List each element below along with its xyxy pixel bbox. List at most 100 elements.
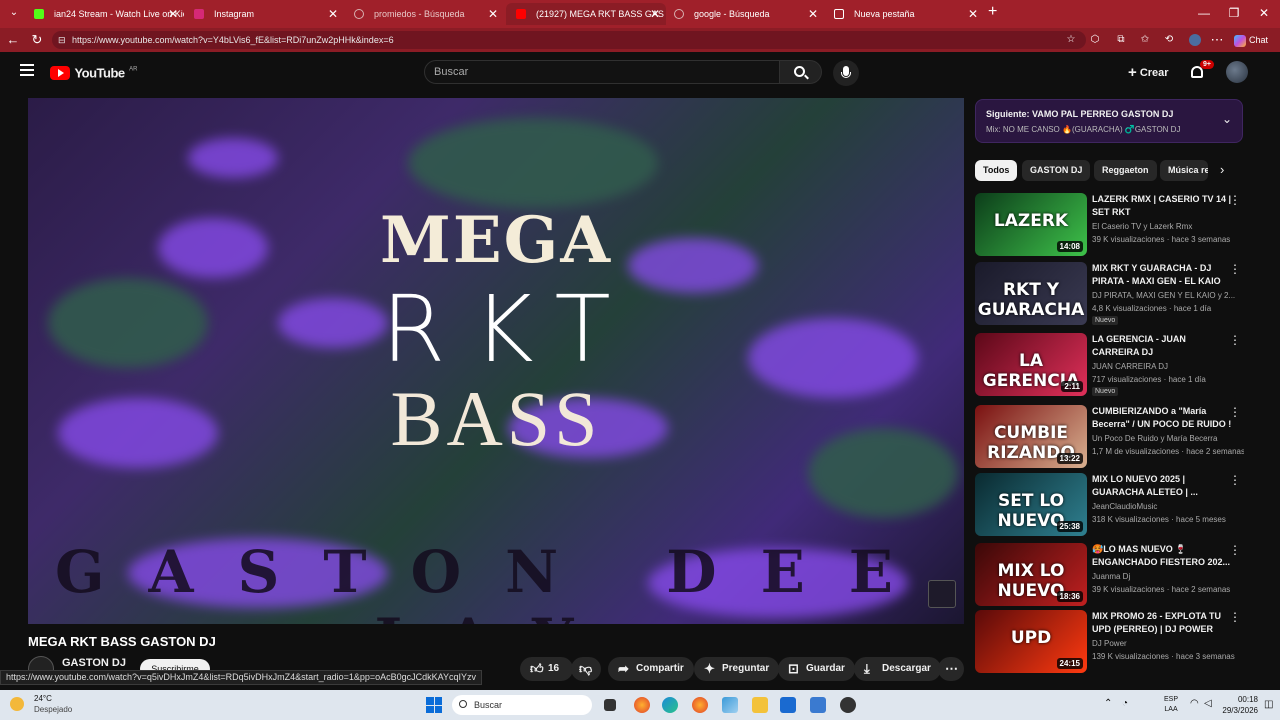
recommendation-title[interactable]: LA GERENCIA - JUAN CARREIRA DJ <box>1092 333 1232 359</box>
browser-tab[interactable]: Instagram ✕ <box>184 3 344 25</box>
recommendation-item[interactable]: UPD 24:15 MIX PROMO 26 - EXPLOTA TU UPD (P… <box>975 610 1245 673</box>
recommendation-channel[interactable]: JeanClaudioMusic <box>1092 502 1242 511</box>
close-tab-icon[interactable]: ✕ <box>488 3 498 25</box>
recommendation-channel[interactable]: Juanma Dj <box>1092 572 1242 581</box>
history-icon[interactable]: ⟲ <box>1160 31 1178 49</box>
search-button[interactable] <box>780 60 822 84</box>
video-thumbnail[interactable]: CUMBIE RIZANDO 13:22 <box>975 405 1087 468</box>
youtube-logo[interactable]: YouTube AR <box>50 64 137 80</box>
browser-tab[interactable]: promiedos - Búsqueda ✕ <box>344 3 504 25</box>
app-icon[interactable] <box>840 697 856 713</box>
more-menu-icon[interactable]: ⋯ <box>1208 31 1226 49</box>
video-thumbnail[interactable]: LA GERENCIA 2:11 <box>975 333 1087 396</box>
ask-button[interactable]: ✦ Preguntar <box>694 657 780 681</box>
network-icon[interactable]: ◔ <box>1122 698 1128 709</box>
menu-icon[interactable] <box>20 64 34 76</box>
chip-todos[interactable]: Todos <box>975 160 1018 181</box>
recommendation-title[interactable]: 🥵LO MAS NUEVO 🍷 ENGANCHADO FIESTERO 202.… <box>1092 543 1232 569</box>
recommendation-item[interactable]: LAZERK 14:08 LAZERK RMX | CASERIO TV 14 | … <box>975 193 1245 257</box>
chevron-down-icon[interactable]: ⌄ <box>1222 112 1232 126</box>
recommendation-item[interactable]: RKT Y GUARACHA MIX RKT Y GUARACHA - DJ PI… <box>975 262 1245 326</box>
app-icon[interactable] <box>810 697 826 713</box>
more-vertical-icon[interactable]: ⋮ <box>1229 405 1241 419</box>
close-tab-icon[interactable]: ✕ <box>650 3 660 25</box>
search-input[interactable]: Buscar <box>424 60 780 84</box>
video-thumbnail[interactable]: SET LO NUEVO 25:38 <box>975 473 1087 536</box>
volume-icon[interactable]: ◁ <box>1204 698 1212 709</box>
tray-chevron-icon[interactable]: ⌃ <box>1104 698 1112 709</box>
create-button[interactable]: + Crear <box>1122 62 1175 84</box>
close-tab-icon[interactable]: ✕ <box>968 3 978 25</box>
more-vertical-icon[interactable]: ⋮ <box>1229 262 1241 276</box>
browser-tab-active[interactable]: (21927) MEGA RKT BASS GAS ✕ <box>506 3 666 25</box>
channel-name[interactable]: GASTON DJ <box>62 657 126 669</box>
more-vertical-icon[interactable]: ⋮ <box>1229 610 1241 624</box>
address-bar[interactable]: ⊟ https://www.youtube.com/watch?v=Y4bLVi… <box>52 31 1086 49</box>
video-thumbnail[interactable]: MIX LO NUEVO 18:36 <box>975 543 1087 606</box>
taskbar-search[interactable]: Buscar <box>452 695 592 715</box>
video-thumbnail[interactable]: LAZERK 14:08 <box>975 193 1087 256</box>
new-tab-button[interactable]: + <box>988 3 997 21</box>
voice-search-button[interactable] <box>833 60 859 86</box>
edge-icon[interactable] <box>662 697 678 713</box>
more-vertical-icon[interactable]: ⋮ <box>1229 333 1241 347</box>
wifi-icon[interactable]: ◠ <box>1190 698 1199 709</box>
notification-center-icon[interactable]: ◫ <box>1264 699 1273 710</box>
browser-tab[interactable]: google - Búsqueda ✕ <box>664 3 824 25</box>
restore-icon[interactable]: ❐ <box>1224 4 1244 22</box>
up-next-card[interactable]: Siguiente: VAMO PAL PERREO GASTON DJ Mix… <box>975 99 1243 143</box>
chip-musica[interactable]: Música re <box>1160 160 1208 181</box>
recommendation-channel[interactable]: El Caserio TV y Lazerk Rmx <box>1092 222 1242 231</box>
recommendation-item[interactable]: LA GERENCIA 2:11 LA GERENCIA - JUAN CARREI… <box>975 333 1245 397</box>
recommendation-title[interactable]: LAZERK RMX | CASERIO TV 14 | SET RKT <box>1092 193 1232 219</box>
profile-avatar[interactable] <box>1186 31 1204 49</box>
like-button[interactable]: 👍︎ 16 <box>520 657 574 681</box>
more-vertical-icon[interactable]: ⋮ <box>1229 193 1241 207</box>
video-thumbnail[interactable]: UPD 24:15 <box>975 610 1087 673</box>
store-icon[interactable] <box>780 697 796 713</box>
star-icon[interactable]: ☆ <box>1062 31 1080 49</box>
favorites-icon[interactable]: ✩ <box>1136 31 1154 49</box>
browser-tab[interactable]: Nueva pestaña ✕ <box>824 3 984 25</box>
close-window-icon[interactable]: ✕ <box>1254 4 1274 22</box>
close-tab-icon[interactable]: ✕ <box>328 3 338 25</box>
channel-watermark-icon[interactable] <box>928 580 956 608</box>
chevron-right-icon[interactable]: › <box>1220 162 1224 177</box>
copilot-chat-button[interactable]: Chat <box>1234 32 1268 48</box>
recommendation-item[interactable]: MIX LO NUEVO 18:36 🥵LO MAS NUEVO 🍷 ENGANCH… <box>975 543 1245 607</box>
more-actions-button[interactable]: ⋯ <box>938 657 964 681</box>
share-button[interactable]: ➦ Compartir <box>608 657 694 681</box>
more-vertical-icon[interactable]: ⋮ <box>1229 543 1241 557</box>
browser-tab[interactable]: ian24 Stream - Watch Live on Kick ✕ <box>24 3 184 25</box>
video-thumbnail[interactable]: RKT Y GUARACHA <box>975 262 1087 325</box>
recommendation-title[interactable]: CUMBIERIZANDO a "María Becerra" / UN POC… <box>1092 405 1232 431</box>
recommendation-channel[interactable]: DJ Power <box>1092 639 1242 648</box>
account-avatar[interactable] <box>1226 61 1248 83</box>
dislike-button[interactable]: 👎︎ <box>571 657 601 681</box>
chip-reggaeton[interactable]: Reggaeton <box>1094 160 1157 181</box>
recommendation-title[interactable]: MIX LO NUEVO 2025 | GUARACHA ALETEO | ..… <box>1092 473 1232 499</box>
recommendation-title[interactable]: MIX RKT Y GUARACHA - DJ PIRATA - MAXI GE… <box>1092 262 1232 288</box>
extensions-icon[interactable]: ⬡ <box>1086 31 1104 49</box>
notifications-button[interactable]: 9+ <box>1188 60 1214 84</box>
site-info-icon[interactable]: ⊟ <box>58 31 66 49</box>
recommendation-title[interactable]: MIX PROMO 26 - EXPLOTA TU UPD (PERREO) |… <box>1092 610 1232 636</box>
language-indicator[interactable]: ESP LAA <box>1164 695 1178 715</box>
minimize-icon[interactable]: — <box>1194 4 1214 22</box>
windows-start-icon[interactable] <box>426 697 442 713</box>
recommendation-channel[interactable]: JUAN CARREIRA DJ <box>1092 362 1242 371</box>
more-vertical-icon[interactable]: ⋮ <box>1229 473 1241 487</box>
tab-search-menu-icon[interactable]: ⌄ <box>6 5 22 21</box>
app-icon[interactable] <box>722 697 738 713</box>
close-tab-icon[interactable]: ✕ <box>808 3 818 25</box>
clock[interactable]: 00:18 29/3/2026 <box>1218 694 1258 716</box>
close-tab-icon[interactable]: ✕ <box>168 3 178 25</box>
recommendation-item[interactable]: SET LO NUEVO 25:38 MIX LO NUEVO 2025 | GUA… <box>975 473 1245 537</box>
file-explorer-icon[interactable] <box>752 697 768 713</box>
video-player[interactable]: MEGA RKT BASS GASTON DEE JAY <box>28 98 964 624</box>
task-view-icon[interactable] <box>604 699 616 711</box>
split-screen-icon[interactable]: ⧉ <box>1112 31 1130 49</box>
chip-gaston-dj[interactable]: GASTON DJ <box>1022 160 1091 181</box>
recommendation-item[interactable]: CUMBIE RIZANDO 13:22 CUMBIERIZANDO a "Marí… <box>975 405 1245 469</box>
firefox-icon[interactable] <box>634 697 650 713</box>
